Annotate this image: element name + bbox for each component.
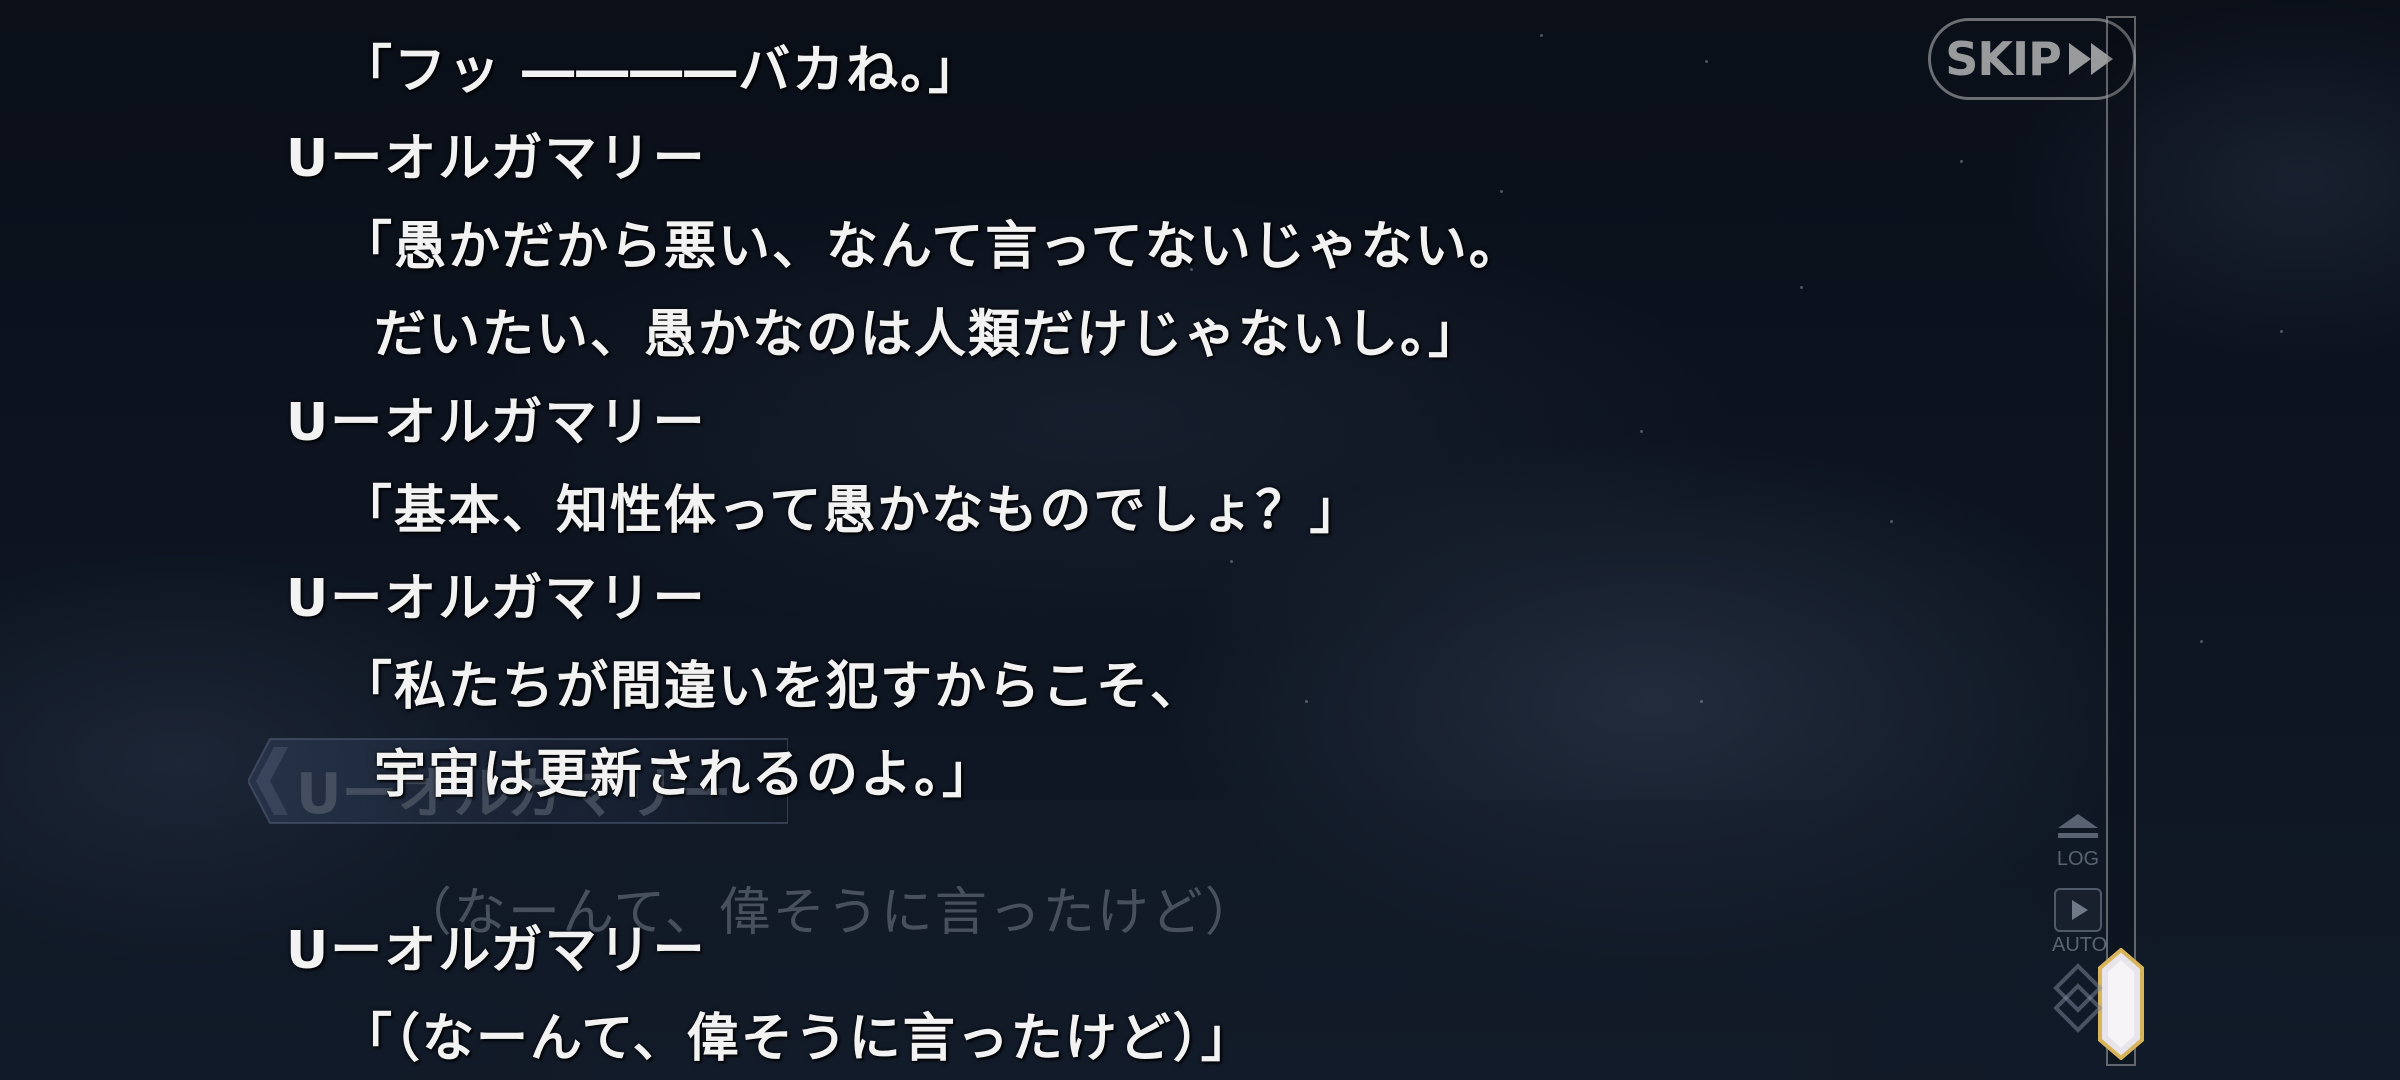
log-speaker-name: Uーオルガマリー bbox=[286, 569, 707, 629]
play-icon bbox=[2072, 900, 2088, 920]
log-text-line: 「愚かだから悪い、なんて言ってないじゃない。 bbox=[340, 217, 1523, 277]
log-text-line: 「基本、知性体って愚かなものでしょ？」 bbox=[340, 481, 1364, 541]
log-text-line: 「（なーんて、偉そうに言ったけど）」 bbox=[340, 1009, 1255, 1069]
log-text-line: だいたい、愚かなのは人類だけじゃないし。」 bbox=[374, 305, 1483, 365]
log-text-line: 「私たちが間違いを犯すからこそ、 bbox=[340, 657, 1205, 717]
log-speaker-name: Uーオルガマリー bbox=[286, 921, 707, 981]
eject-icon bbox=[2058, 814, 2098, 838]
log-scrollbar-track[interactable] bbox=[2106, 16, 2136, 1066]
log-text-line: 「フッ ――――バカね。」 bbox=[340, 41, 983, 101]
log-speaker-name: Uーオルガマリー bbox=[286, 129, 707, 189]
menu-diamond-icon[interactable] bbox=[2050, 962, 2106, 1034]
log-label: LOG bbox=[2056, 848, 2100, 870]
auto-button[interactable]: AUTO bbox=[2052, 888, 2108, 957]
skip-label: SKIP bbox=[1945, 32, 2062, 86]
skip-button[interactable]: SKIP bbox=[1928, 18, 2136, 100]
log-speaker-name: Uーオルガマリー bbox=[286, 393, 707, 453]
log-text-line: 宇宙は更新されるのよ。」 bbox=[374, 745, 997, 805]
log-button[interactable]: LOG bbox=[2052, 812, 2104, 871]
auto-label: AUTO bbox=[2052, 934, 2108, 956]
